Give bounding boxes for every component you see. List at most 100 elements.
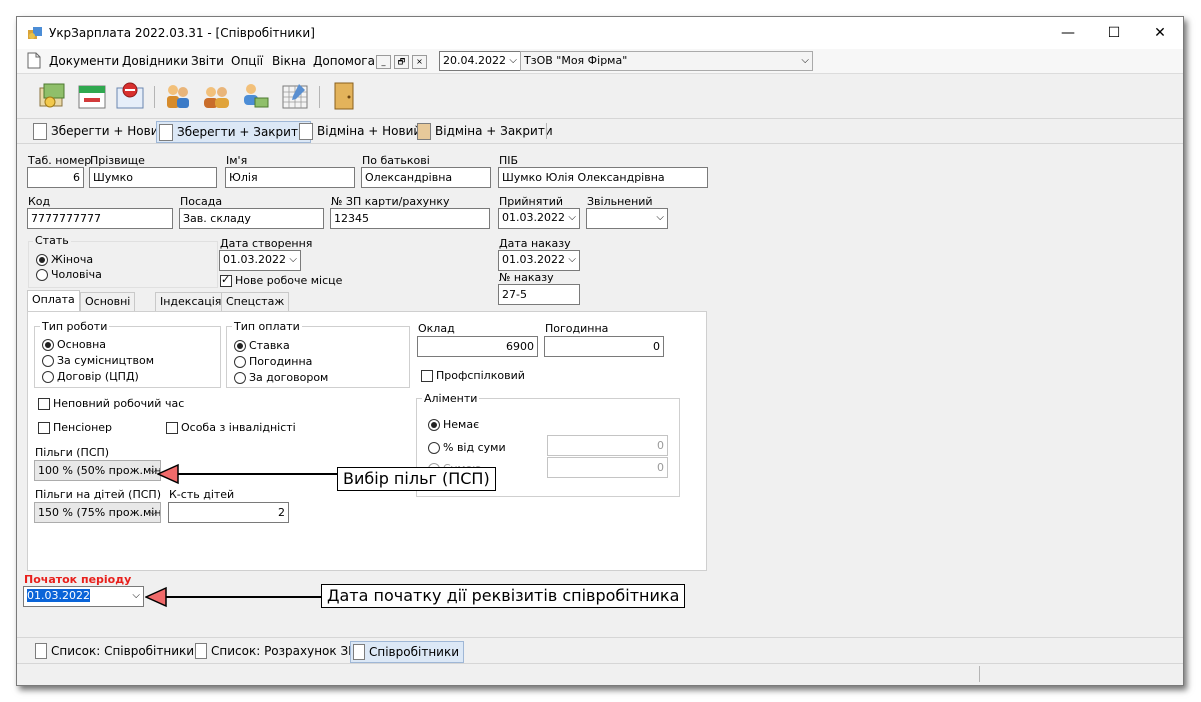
menu-reports[interactable]: Звіти bbox=[191, 54, 224, 68]
surname-label: Прізвище bbox=[90, 154, 145, 167]
exit-door-icon[interactable] bbox=[328, 80, 360, 112]
window-tab-employees[interactable]: Співробітники bbox=[350, 641, 465, 663]
pay-type-contract-radio[interactable]: За договором bbox=[234, 371, 328, 385]
cancel-new-button[interactable]: Відміна + Новий bbox=[297, 121, 421, 141]
cancel-new-label: Відміна + Новий bbox=[317, 124, 422, 138]
hired-date-value: 01.03.2022 bbox=[502, 211, 565, 224]
work-type-main-radio[interactable]: Основна bbox=[42, 338, 106, 352]
calendar-icon[interactable] bbox=[76, 80, 108, 112]
status-bar bbox=[17, 663, 1183, 685]
child-benefits-label: Пільги на дітей (ПСП) bbox=[35, 488, 161, 501]
period-start-date-picker[interactable]: 01.03.2022 ⌵ bbox=[23, 586, 144, 607]
name-input[interactable]: Юлія bbox=[225, 167, 355, 188]
window-tab-payroll-list[interactable]: Список: Розрахунок ЗП bbox=[193, 641, 357, 661]
alimony-percent-radio[interactable]: % від суми bbox=[428, 441, 506, 455]
order-date-picker[interactable]: 01.03.2022 ⌵ bbox=[498, 250, 580, 271]
patronymic-label: По батькові bbox=[362, 154, 430, 167]
work-type-label: Тип роботи bbox=[40, 320, 110, 333]
save-new-label: Зберегти + Новий bbox=[51, 124, 167, 138]
alimony-label: Аліменти bbox=[422, 392, 480, 405]
period-callout-arrow bbox=[145, 586, 323, 608]
sex-female-radio[interactable]: Жіноча bbox=[36, 253, 93, 267]
children-count-input[interactable]: 2 bbox=[168, 502, 289, 523]
minimize-button[interactable]: — bbox=[1045, 17, 1091, 49]
fired-date-picker[interactable]: ⌵ bbox=[586, 208, 668, 229]
window-tab-employees-list[interactable]: Список: Співробітники bbox=[33, 641, 194, 661]
tab-payment[interactable]: Оплата bbox=[27, 290, 80, 312]
alimony-percent-input[interactable]: 0 bbox=[547, 435, 668, 456]
save-new-button[interactable]: Зберегти + Новий bbox=[31, 121, 166, 141]
save-close-button[interactable]: Зберегти + Закрити bbox=[156, 121, 311, 143]
pay-type-hourly-radio[interactable]: Погодинна bbox=[234, 355, 312, 369]
new-workplace-checkbox[interactable]: Нове робоче місце bbox=[220, 273, 342, 288]
schedule-icon[interactable] bbox=[279, 80, 311, 112]
payroll-icon[interactable] bbox=[36, 80, 68, 112]
union-checkbox[interactable]: Профспілковий bbox=[421, 369, 525, 383]
card-label: № ЗП карти/рахунку bbox=[331, 195, 450, 208]
menu-documents[interactable]: Документи bbox=[49, 54, 119, 68]
users-icon[interactable] bbox=[200, 80, 232, 112]
mdi-minimize-button[interactable]: _ bbox=[376, 55, 391, 69]
position-input[interactable]: Зав. складу bbox=[179, 208, 324, 229]
date-combo-value: 20.04.2022 bbox=[443, 54, 506, 67]
chevron-down-icon: ⌵ bbox=[149, 465, 157, 476]
sex-male-radio[interactable]: Чоловіча bbox=[36, 268, 102, 282]
close-button[interactable]: ✕ bbox=[1137, 17, 1183, 49]
part-time-checkbox[interactable]: Неповний робочий час bbox=[38, 397, 184, 411]
window-tab-label: Список: Розрахунок ЗП bbox=[211, 644, 358, 658]
disabled-checkbox[interactable]: Особа з інвалідністі bbox=[166, 421, 296, 435]
salary-input[interactable]: 6900 bbox=[417, 336, 538, 357]
document-icon bbox=[353, 644, 365, 660]
work-type-combined-radio[interactable]: За сумісництвом bbox=[42, 354, 154, 368]
created-label: Дата створення bbox=[220, 237, 313, 250]
order-number-input[interactable]: 27-5 bbox=[498, 284, 580, 305]
alimony-none-radio[interactable]: Немає bbox=[428, 418, 479, 432]
company-combo[interactable]: ТзОВ "Моя Фірма" ⌵ bbox=[520, 51, 813, 71]
cancel-close-button[interactable]: Відміна + Закрити bbox=[415, 121, 553, 141]
tab-number-input[interactable]: 6 bbox=[27, 167, 84, 188]
pay-type-label: Тип оплати bbox=[232, 320, 302, 333]
menu-windows[interactable]: Вікна bbox=[272, 54, 306, 68]
created-date-picker[interactable]: 01.03.2022 ⌵ bbox=[219, 250, 301, 271]
hired-label: Прийнятий bbox=[499, 195, 564, 208]
pay-type-rate-radio[interactable]: Ставка bbox=[234, 339, 290, 353]
pensioner-checkbox[interactable]: Пенсіонер bbox=[38, 421, 112, 435]
date-combo[interactable]: 20.04.2022 ⌵ bbox=[439, 51, 521, 71]
menu-options[interactable]: Опції bbox=[231, 54, 263, 68]
tab-indexation[interactable]: Індексація bbox=[155, 292, 227, 312]
child-benefits-select[interactable]: 150 % (75% прож.мін) ⌵ bbox=[34, 502, 161, 523]
order-number-label: № наказу bbox=[499, 271, 554, 284]
company-combo-value: ТзОВ "Моя Фірма" bbox=[524, 54, 628, 67]
tab-special-service[interactable]: Спецстаж bbox=[221, 292, 290, 312]
benefits-select[interactable]: 100 % (50% прож.мін) ⌵ bbox=[34, 460, 161, 481]
card-input[interactable]: 12345 bbox=[330, 208, 490, 229]
patronymic-input[interactable]: Олександрівна bbox=[361, 167, 491, 188]
surname-input[interactable]: Шумко bbox=[89, 167, 217, 188]
code-input[interactable]: 7777777777 bbox=[27, 208, 173, 229]
title-bar: УкрЗарплата 2022.03.31 - [Співробітники]… bbox=[17, 17, 1183, 49]
menu-references[interactable]: Довідники bbox=[122, 54, 188, 68]
employees-icon[interactable] bbox=[162, 80, 194, 112]
maximize-button[interactable]: ☐ bbox=[1091, 17, 1137, 49]
chevron-down-icon: ⌵ bbox=[568, 212, 576, 223]
mdi-restore-button[interactable]: 🗗 bbox=[394, 55, 409, 69]
chevron-down-icon: ⌵ bbox=[132, 590, 140, 601]
pib-input[interactable]: Шумко Юлія Олександрівна bbox=[498, 167, 708, 188]
hired-date-picker[interactable]: 01.03.2022 ⌵ bbox=[498, 208, 580, 229]
period-start-label: Початок періоду bbox=[24, 573, 132, 586]
benefits-select-value: 100 % (50% прож.мін) bbox=[38, 464, 161, 477]
calendar-stop-icon[interactable] bbox=[114, 80, 146, 112]
hourly-input[interactable]: 0 bbox=[544, 336, 664, 357]
tab-main-data[interactable]: Основні дані bbox=[80, 292, 136, 326]
fired-label: Звільнений bbox=[587, 195, 653, 208]
work-type-contract-radio[interactable]: Договір (ЦПД) bbox=[42, 370, 139, 384]
user-money-icon[interactable] bbox=[239, 80, 271, 112]
main-toolbar bbox=[17, 74, 1183, 119]
action-toolbar: Зберегти + Новий Зберегти + Закрити Відм… bbox=[17, 119, 1183, 144]
mdi-close-button[interactable]: × bbox=[412, 55, 427, 69]
alimony-sum-input[interactable]: 0 bbox=[547, 457, 668, 478]
menu-help[interactable]: Допомога bbox=[313, 54, 375, 68]
benefits-callout: Вибір пільг (ПСП) bbox=[337, 467, 496, 491]
cancel-close-label: Відміна + Закрити bbox=[435, 124, 553, 138]
hourly-label: Погодинна bbox=[545, 322, 609, 335]
